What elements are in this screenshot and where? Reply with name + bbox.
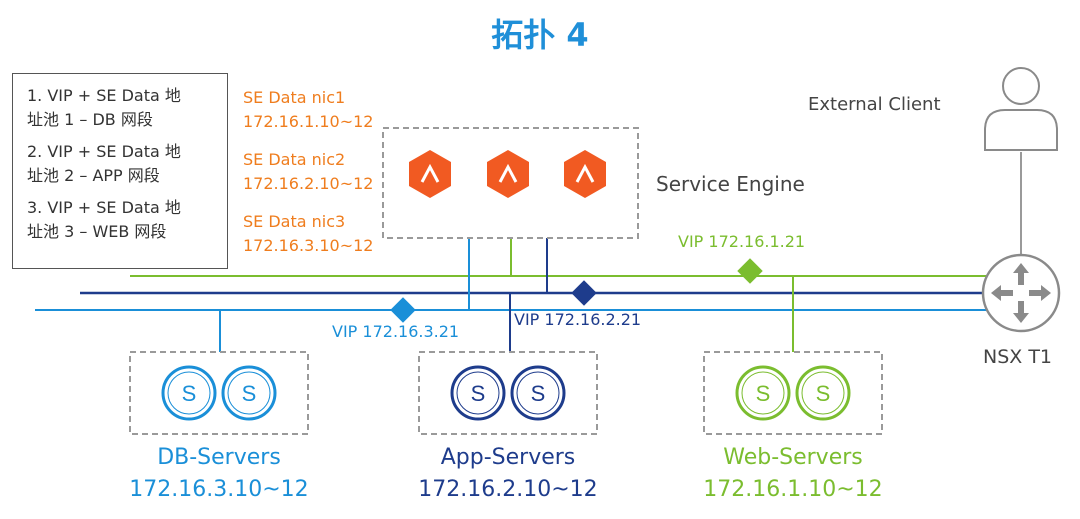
- web-servers-group: Web-Servers 172.16.1.10~12: [684, 442, 902, 506]
- nic-label: SE Data nic1 172.16.1.10~12: [243, 88, 374, 131]
- router-icon: [981, 253, 1061, 333]
- legend-item: 3. VIP + SE Data 地 址池 3 – WEB 网段: [27, 198, 181, 241]
- legend-item: 1. VIP + SE Data 地 址池 1 – DB 网段: [27, 86, 181, 129]
- page-title: 拓扑 4: [491, 16, 589, 54]
- app-servers-box: [418, 351, 598, 435]
- legend-box: 1. VIP + SE Data 地 址池 1 – DB 网段 2. VIP +…: [12, 73, 228, 269]
- group-subnet: 172.16.3.10~12: [129, 477, 309, 502]
- service-engine-label: Service Engine: [656, 172, 805, 196]
- vip-app-label: VIP 172.16.2.21: [514, 310, 642, 329]
- vip-diamond-icon: [737, 258, 763, 284]
- server-glyph: S: [471, 381, 486, 406]
- server-icon: S: [221, 365, 277, 421]
- server-glyph: S: [816, 381, 831, 406]
- group-name: DB-Servers: [157, 445, 281, 470]
- router-label: NSX T1: [983, 346, 1053, 368]
- server-glyph: S: [756, 381, 771, 406]
- vip-db-label: VIP 172.16.3.21: [332, 322, 460, 341]
- vip-diamond-icon: [390, 297, 416, 323]
- server-icon: S: [795, 365, 851, 421]
- server-icon: S: [450, 365, 506, 421]
- group-name: App-Servers: [440, 445, 576, 470]
- group-subnet: 172.16.1.10~12: [703, 477, 883, 502]
- server-engine-icon: [409, 150, 451, 198]
- nic-label: SE Data nic2 172.16.2.10~12: [243, 150, 374, 193]
- server-glyph: S: [531, 381, 546, 406]
- nic-label: SE Data nic3 172.16.3.10~12: [243, 212, 374, 255]
- group-subnet: 172.16.2.10~12: [418, 477, 598, 502]
- server-glyph: S: [182, 381, 197, 406]
- group-name: Web-Servers: [723, 445, 863, 470]
- db-servers-group: DB-Servers 172.16.3.10~12: [110, 442, 328, 506]
- server-engine-icon: [564, 150, 606, 198]
- server-icon: S: [161, 365, 217, 421]
- vip-web-label: VIP 172.16.1.21: [678, 232, 806, 251]
- server-icon: S: [510, 365, 566, 421]
- user-icon: [984, 67, 1058, 151]
- web-servers-box: [703, 351, 883, 435]
- server-icon: S: [735, 365, 791, 421]
- app-servers-group: App-Servers 172.16.2.10~12: [399, 442, 617, 506]
- db-servers-box: [129, 351, 309, 435]
- legend-item: 2. VIP + SE Data 地 址池 2 – APP 网段: [27, 142, 181, 185]
- vip-diamond-icon: [571, 280, 597, 306]
- server-glyph: S: [242, 381, 257, 406]
- external-client-label: External Client: [808, 94, 941, 115]
- server-engine-icon: [487, 150, 529, 198]
